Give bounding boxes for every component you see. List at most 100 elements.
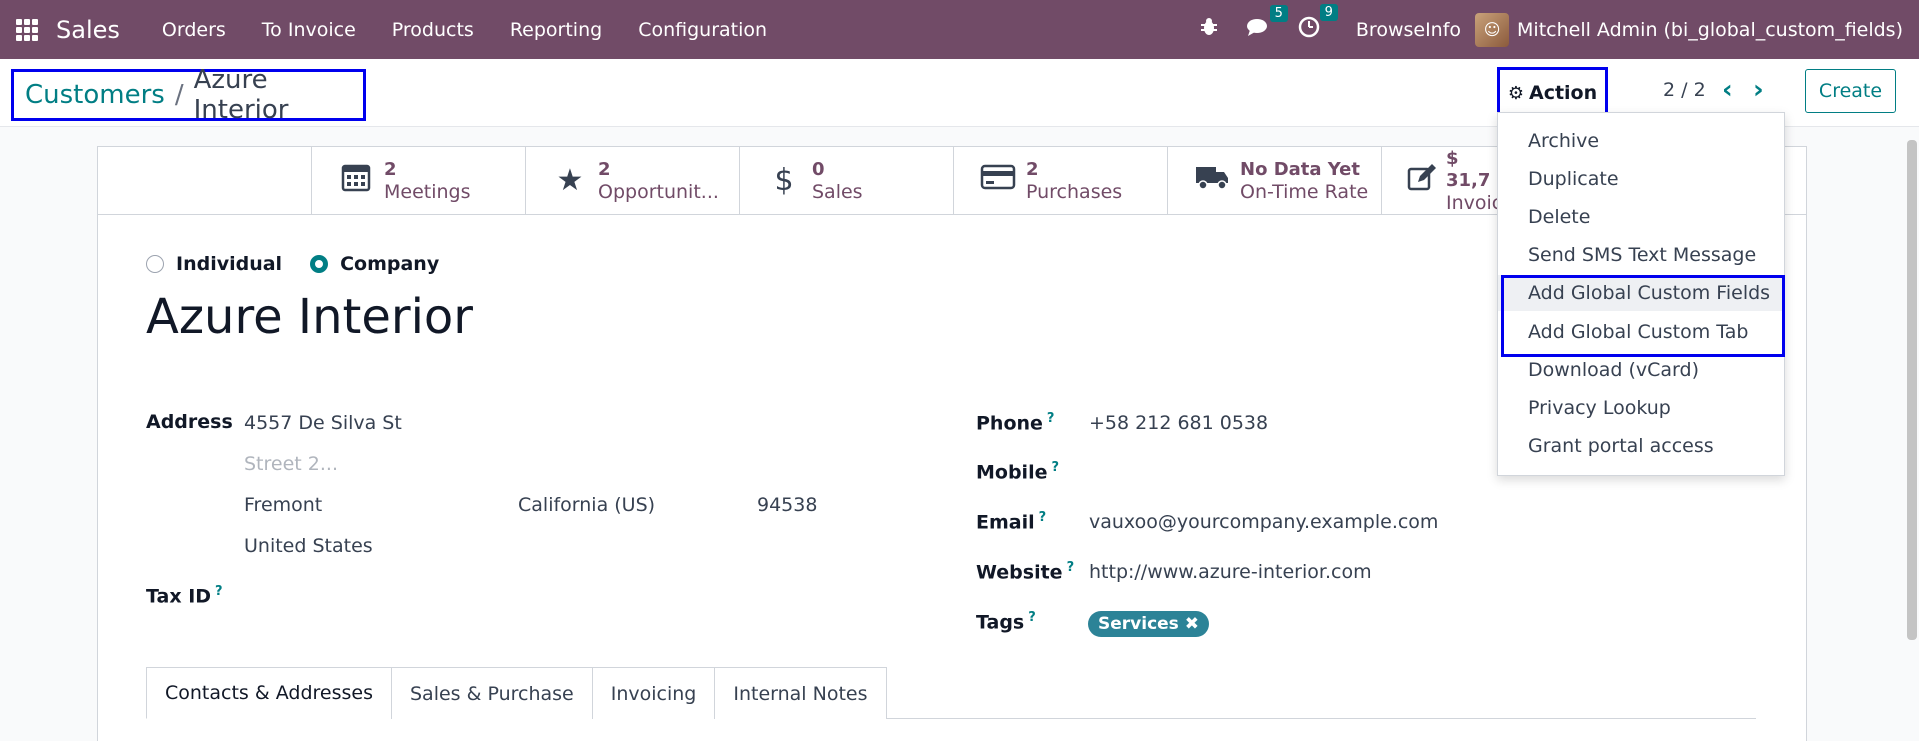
meetings-label: Meetings (384, 180, 471, 203)
help-icon[interactable]: ? (1047, 411, 1055, 426)
menu-item-archive[interactable]: Archive (1498, 123, 1784, 159)
email-field[interactable]: vauxoo@yourcompany.example.com (1089, 511, 1438, 533)
menu-item-grant-portal-access[interactable]: Grant portal access (1498, 428, 1784, 464)
gear-icon: ⚙ (1507, 82, 1524, 104)
dollar-icon: $ (774, 163, 794, 198)
menu-products[interactable]: Products (374, 19, 492, 41)
mobile-label-text: Mobile (976, 461, 1048, 484)
tag-services-label: Services (1098, 614, 1179, 634)
address-label: Address (146, 411, 233, 433)
sales-label: Sales (812, 180, 863, 203)
radio-individual[interactable] (146, 255, 164, 273)
notebook-tabs: Contacts & Addresses Sales & Purchase In… (146, 667, 887, 719)
breadcrumb-current: Azure Interior (193, 65, 289, 125)
radio-company-label[interactable]: Company (340, 253, 439, 275)
invoiced-amount: $ 31,7 (1446, 147, 1491, 191)
tag-remove-icon[interactable]: ✖ (1185, 614, 1199, 634)
sales-count: 0 (812, 158, 825, 180)
street2-field[interactable]: Street 2... (244, 453, 338, 475)
menu-configuration[interactable]: Configuration (620, 19, 785, 41)
tax-id-label-text: Tax ID (146, 585, 212, 608)
website-label: Website? (976, 560, 1074, 583)
user-avatar[interactable]: ☺ (1475, 12, 1510, 47)
street-field[interactable]: 4557 De Silva St (244, 412, 402, 434)
email-label: Email? (976, 510, 1046, 533)
app-name[interactable]: Sales (56, 16, 120, 44)
partner-name-field[interactable]: Azure Interior (146, 289, 473, 345)
pager-value[interactable]: 2 / 2 (1663, 79, 1706, 101)
city-field[interactable]: Fremont (244, 494, 322, 516)
opportunities-label: Opportunit... (598, 180, 719, 203)
radio-company[interactable] (310, 255, 329, 273)
credit-card-icon (978, 163, 1018, 199)
tab-contacts-addresses[interactable]: Contacts & Addresses (146, 667, 392, 719)
tags-label: Tags? (976, 610, 1036, 633)
activities-clock-icon[interactable]: 9 (1298, 4, 1338, 43)
apps-grid-icon[interactable] (16, 18, 38, 41)
smart-button-sales[interactable]: $ 0 Sales (739, 147, 953, 214)
help-icon[interactable]: ? (215, 584, 223, 599)
meetings-count: 2 (384, 158, 397, 180)
user-menu[interactable]: Mitchell Admin (bi_global_custom_fields) (1517, 19, 1903, 41)
highlight-box (1501, 275, 1785, 357)
pager-previous-icon[interactable]: ‹ (1722, 75, 1733, 105)
smart-button-meetings[interactable]: 2 Meetings (311, 147, 525, 214)
company-switcher[interactable]: BrowseInfo (1356, 19, 1461, 41)
menu-item-delete[interactable]: Delete (1498, 199, 1784, 235)
zip-field[interactable]: 94538 (757, 494, 817, 516)
debug-bug-icon[interactable] (1200, 17, 1218, 42)
breadcrumb: Customers / Azure Interior (11, 65, 366, 125)
scrollbar[interactable] (1907, 140, 1917, 640)
phone-field[interactable]: +58 212 681 0538 (1089, 412, 1268, 434)
website-label-text: Website (976, 561, 1063, 584)
menu-item-duplicate[interactable]: Duplicate (1498, 161, 1784, 197)
menu-item-privacy-lookup[interactable]: Privacy Lookup (1498, 390, 1784, 426)
tax-id-label: Tax ID? (146, 584, 223, 607)
invoiced-label: Invoic (1446, 191, 1501, 214)
menu-to-invoice[interactable]: To Invoice (244, 19, 374, 41)
action-dropdown-menu: Archive Duplicate Delete Send SMS Text M… (1497, 112, 1785, 476)
phone-label: Phone? (976, 411, 1054, 434)
menu-item-download-vcard[interactable]: Download (vCard) (1498, 352, 1784, 388)
state-field[interactable]: California (US) (518, 494, 655, 516)
tags-label-text: Tags (976, 611, 1025, 634)
action-label: Action (1528, 82, 1598, 104)
country-field[interactable]: United States (244, 535, 373, 557)
tab-internal-notes[interactable]: Internal Notes (714, 667, 887, 719)
smart-button-purchases[interactable]: 2 Purchases (953, 147, 1167, 214)
breadcrumb-separator: / (174, 80, 184, 110)
phone-label-text: Phone (976, 412, 1043, 435)
menu-reporting[interactable]: Reporting (492, 19, 620, 41)
help-icon[interactable]: ? (1039, 510, 1047, 525)
mobile-label: Mobile? (976, 460, 1059, 483)
help-icon[interactable]: ? (1051, 460, 1059, 475)
smart-button-on-time-rate[interactable]: No Data Yet On-Time Rate (1167, 147, 1381, 214)
tab-invoicing[interactable]: Invoicing (591, 667, 716, 719)
help-icon[interactable]: ? (1067, 560, 1075, 575)
truck-icon (1192, 163, 1232, 199)
star-icon: ★ (556, 163, 584, 198)
radio-individual-label[interactable]: Individual (176, 253, 282, 275)
website-field[interactable]: http://www.azure-interior.com (1089, 561, 1372, 583)
company-type-radio: Individual Company (146, 253, 467, 275)
on-time-rate-value: No Data Yet (1240, 158, 1360, 180)
tab-sales-purchase[interactable]: Sales & Purchase (390, 667, 593, 719)
menu-orders[interactable]: Orders (144, 19, 244, 41)
email-label-text: Email (976, 511, 1035, 534)
pager-next-icon[interactable]: › (1753, 75, 1764, 105)
opportunities-count: 2 (598, 158, 611, 180)
activities-badge: 9 (1319, 4, 1338, 21)
calendar-icon (336, 161, 376, 201)
breadcrumb-customers[interactable]: Customers (25, 80, 165, 110)
messages-chat-icon[interactable]: 5 (1246, 5, 1288, 42)
smart-button-opportunities[interactable]: ★ 2 Opportunit... (525, 147, 739, 214)
messages-badge: 5 (1269, 5, 1288, 22)
smart-button-invoiced[interactable]: $ 31,7 Invoic (1381, 147, 1501, 214)
on-time-rate-label: On-Time Rate (1240, 180, 1369, 203)
help-icon[interactable]: ? (1028, 610, 1036, 625)
purchases-label: Purchases (1026, 180, 1123, 203)
menu-item-send-sms[interactable]: Send SMS Text Message (1498, 237, 1784, 273)
tag-services[interactable]: Services ✖ (1088, 611, 1209, 637)
pencil-square-icon (1406, 162, 1438, 200)
create-button[interactable]: Create (1805, 69, 1896, 113)
